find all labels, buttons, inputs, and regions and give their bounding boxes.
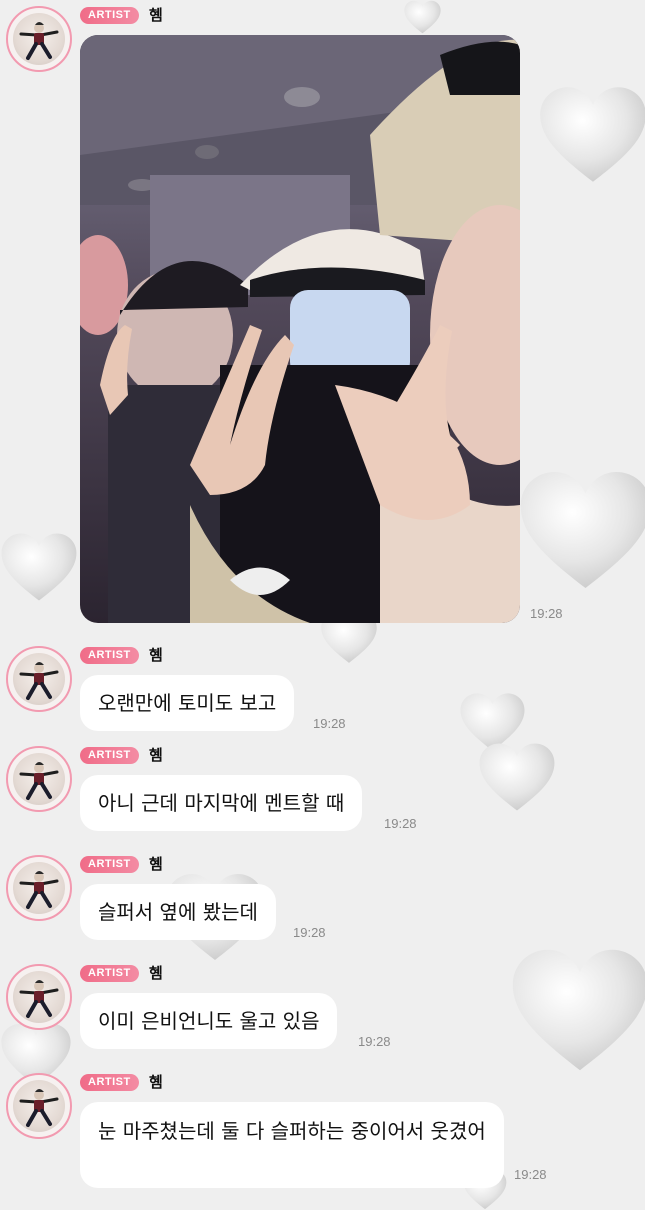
timestamp: 19:28	[530, 606, 563, 621]
heart-decoration-icon	[0, 512, 78, 622]
author-name: 혬	[149, 855, 163, 873]
message-bubble[interactable]: 슬퍼서 옆에 봤는데	[80, 884, 276, 940]
avatar[interactable]	[6, 6, 72, 72]
artist-badge: ARTIST	[80, 965, 139, 982]
avatar[interactable]	[6, 855, 72, 921]
message-bubble[interactable]: 눈 마주쳤는데 둘 다 슬퍼하는 중이어서 웃겼어	[80, 1102, 504, 1188]
author-name: 혬	[149, 1073, 163, 1091]
avatar[interactable]	[6, 964, 72, 1030]
heart-decoration-icon	[430, 692, 555, 752]
heart-decoration-icon	[395, 0, 450, 34]
message-bubble[interactable]: 이미 은비언니도 울고 있음	[80, 993, 338, 1049]
author-name: 혬	[149, 746, 163, 764]
heart-decoration-icon	[510, 910, 645, 1110]
avatar[interactable]	[6, 746, 72, 812]
heart-decoration-icon	[478, 738, 556, 816]
timestamp: 19:28	[313, 716, 346, 731]
timestamp: 19:28	[384, 816, 417, 831]
timestamp: 19:28	[358, 1034, 391, 1049]
author-name: 혬	[149, 646, 163, 664]
artist-badge: ARTIST	[80, 1074, 139, 1091]
message-bubble[interactable]: 아니 근데 마지막에 멘트할 때	[80, 775, 363, 831]
author-name: 혬	[149, 6, 163, 24]
artist-badge: ARTIST	[80, 647, 139, 664]
heart-decoration-icon	[518, 430, 645, 630]
author-name: 혬	[149, 964, 163, 982]
avatar[interactable]	[6, 646, 72, 712]
avatar[interactable]	[6, 1073, 72, 1139]
heart-decoration-icon	[538, 72, 645, 197]
timestamp: 19:28	[293, 925, 326, 940]
message-bubble[interactable]: 오랜만에 토미도 보고	[80, 675, 295, 731]
artist-badge: ARTIST	[80, 856, 139, 873]
timestamp: 19:28	[514, 1167, 547, 1182]
artist-badge: ARTIST	[80, 747, 139, 764]
artist-badge: ARTIST	[80, 7, 139, 24]
photo-attachment[interactable]	[80, 35, 520, 623]
